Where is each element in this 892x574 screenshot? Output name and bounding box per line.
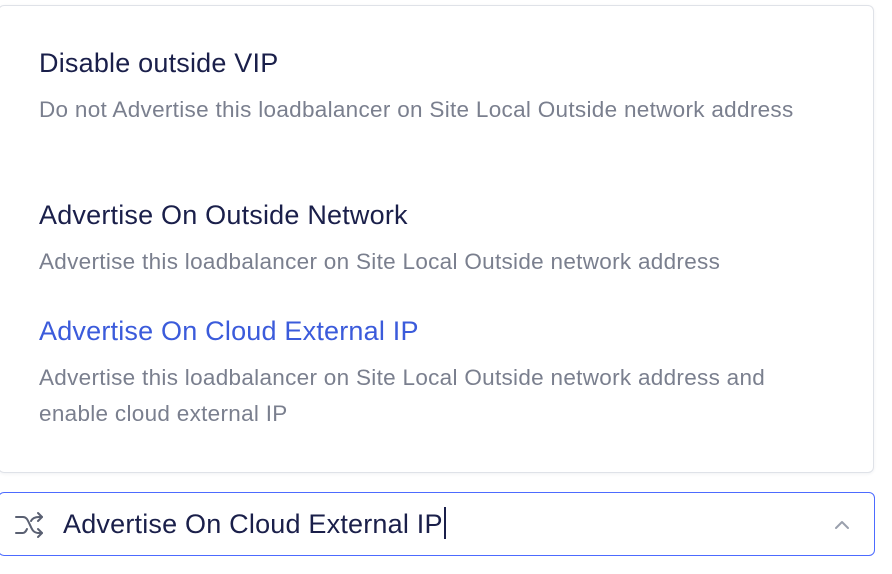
select-value-text: Advertise On Cloud External IP [63,509,443,539]
option-advertise-on-outside-network[interactable]: Advertise On Outside Network Advertise t… [39,198,829,280]
chevron-up-icon[interactable] [832,515,852,535]
advertise-select-field[interactable]: Advertise On Cloud External IP [0,492,875,556]
option-disable-outside-vip[interactable]: Disable outside VIP Do not Advertise thi… [39,46,829,128]
select-value[interactable]: Advertise On Cloud External IP [63,507,446,541]
option-description: Do not Advertise this loadbalancer on Si… [39,97,794,122]
option-title: Advertise On Cloud External IP [39,316,419,346]
option-description: Advertise this loadbalancer on Site Loca… [39,365,766,426]
option-advertise-on-cloud-external-ip[interactable]: Advertise On Cloud External IP Advertise… [39,314,829,432]
dropdown-menu: Disable outside VIP Do not Advertise thi… [0,5,874,473]
text-caret [443,507,446,539]
option-title: Advertise On Outside Network [39,200,408,230]
option-description: Advertise this loadbalancer on Site Loca… [39,249,721,274]
option-title: Disable outside VIP [39,48,279,78]
route-split-icon [13,509,45,541]
